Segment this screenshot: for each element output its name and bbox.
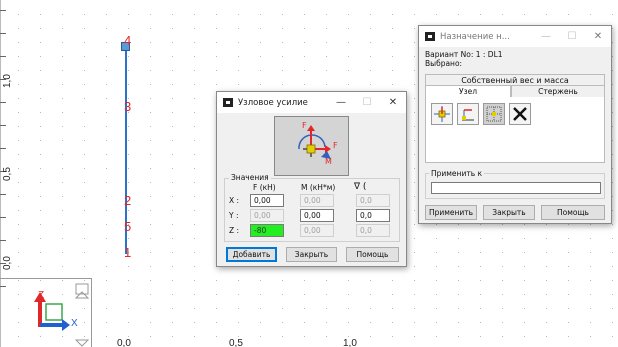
close-button[interactable]: Закрыть bbox=[286, 247, 337, 262]
ruler-tick bbox=[0, 33, 6, 34]
add-button[interactable]: Добавить bbox=[226, 247, 277, 262]
maximize-button[interactable]: ☐ bbox=[354, 97, 380, 108]
app-icon bbox=[425, 32, 435, 41]
apply-to-label: Применить к bbox=[429, 169, 485, 178]
minimize-button[interactable]: — bbox=[533, 31, 559, 42]
dialog-title: Назначение н... bbox=[440, 31, 510, 42]
ruler-tick bbox=[0, 240, 6, 241]
rx-input: 0,0 bbox=[356, 194, 390, 207]
apply-to-input[interactable] bbox=[431, 182, 601, 194]
node-label: 5 bbox=[124, 219, 132, 234]
nodal-force-dialog: Узловое усилие — ☐ ✕ F F M Значения F (к… bbox=[216, 91, 407, 267]
ry-input[interactable]: 0,0 bbox=[356, 209, 390, 222]
triad-arrows-icon bbox=[34, 283, 90, 347]
minimize-button[interactable]: — bbox=[328, 97, 354, 108]
mz-input: 0,00 bbox=[300, 224, 334, 237]
diagram-label-f-top: F bbox=[302, 121, 307, 130]
grid-load-icon[interactable] bbox=[483, 103, 505, 125]
ruler-tick bbox=[0, 217, 6, 218]
ruler-tick bbox=[0, 56, 6, 57]
mx-input: 0,00 bbox=[300, 194, 334, 207]
variant-text: Вариант No: 1 : DL1 bbox=[425, 50, 503, 59]
x-tick-label: 0,5 bbox=[229, 338, 243, 347]
fx-input[interactable]: 0,00 bbox=[250, 194, 284, 207]
rz-input: 0,0 bbox=[356, 224, 390, 237]
ruler-tick bbox=[0, 194, 6, 195]
ruler-tick bbox=[0, 102, 6, 103]
apply-button[interactable]: Применить bbox=[425, 205, 477, 220]
column-header-f: F (кН) bbox=[253, 183, 276, 192]
support-load-icon[interactable] bbox=[457, 103, 479, 125]
axis-triad: Z X bbox=[0, 278, 92, 347]
triad-z-label: Z bbox=[38, 290, 45, 301]
close-window-button[interactable]: ✕ bbox=[380, 97, 406, 108]
y-tick-label: 1,0 bbox=[2, 74, 13, 88]
row-label-y: Y : bbox=[229, 211, 239, 220]
fz-input[interactable]: -80 bbox=[250, 224, 284, 237]
dialog-titlebar[interactable]: Назначение н... — ☐ ✕ bbox=[419, 26, 611, 47]
ruler-tick bbox=[0, 10, 6, 11]
node-label: 2 bbox=[124, 193, 132, 208]
dialog-title: Узловое усилие bbox=[238, 97, 308, 108]
fy-input: 0,00 bbox=[250, 209, 284, 222]
column-header-m: M (кН*м) bbox=[301, 183, 336, 192]
load-diagram: F F M bbox=[274, 116, 349, 176]
dialog-titlebar[interactable]: Узловое усилие — ☐ ✕ bbox=[217, 92, 406, 113]
delete-icon[interactable] bbox=[509, 103, 531, 125]
selected-text: Выбрано: bbox=[425, 59, 463, 68]
column-header-support: ∇ ( bbox=[354, 182, 367, 192]
help-button[interactable]: Помощь bbox=[541, 205, 605, 220]
x-tick-label: 0,0 bbox=[117, 338, 131, 347]
triad-x-label: X bbox=[71, 318, 78, 329]
ruler-tick bbox=[0, 125, 6, 126]
diagram-label-f-right: F bbox=[333, 141, 338, 150]
tool-panel bbox=[425, 97, 605, 163]
tab-member-label: Стержень bbox=[538, 87, 578, 96]
row-label-z: Z : bbox=[229, 226, 240, 235]
node-label: 4 bbox=[124, 33, 132, 48]
force-moment-icon bbox=[298, 125, 331, 159]
row-label-x: X : bbox=[229, 196, 240, 205]
app-icon bbox=[223, 98, 233, 107]
ruler-tick bbox=[0, 148, 6, 149]
node-load-icon[interactable] bbox=[431, 103, 453, 125]
help-button[interactable]: Помощь bbox=[346, 247, 399, 262]
y-tick-label: 0,5 bbox=[2, 167, 13, 181]
assign-load-dialog: Назначение н... — ☐ ✕ Вариант No: 1 : DL… bbox=[418, 25, 612, 224]
maximize-button[interactable]: ☐ bbox=[559, 31, 585, 42]
node-label: 1 bbox=[124, 245, 132, 260]
my-input[interactable]: 0,00 bbox=[300, 209, 334, 222]
values-group-label: Значения bbox=[229, 173, 271, 182]
diagram-label-m: M bbox=[325, 157, 332, 166]
node-label: 3 bbox=[124, 99, 132, 114]
close-button[interactable]: Закрыть bbox=[483, 205, 535, 220]
close-window-button[interactable]: ✕ bbox=[585, 31, 611, 42]
x-tick-label: 1,0 bbox=[343, 338, 357, 347]
tab-node-label: Узел bbox=[459, 87, 477, 96]
self-weight-label: Собственный вес и масса bbox=[461, 76, 569, 85]
y-tick-label: 0,0 bbox=[2, 256, 13, 270]
